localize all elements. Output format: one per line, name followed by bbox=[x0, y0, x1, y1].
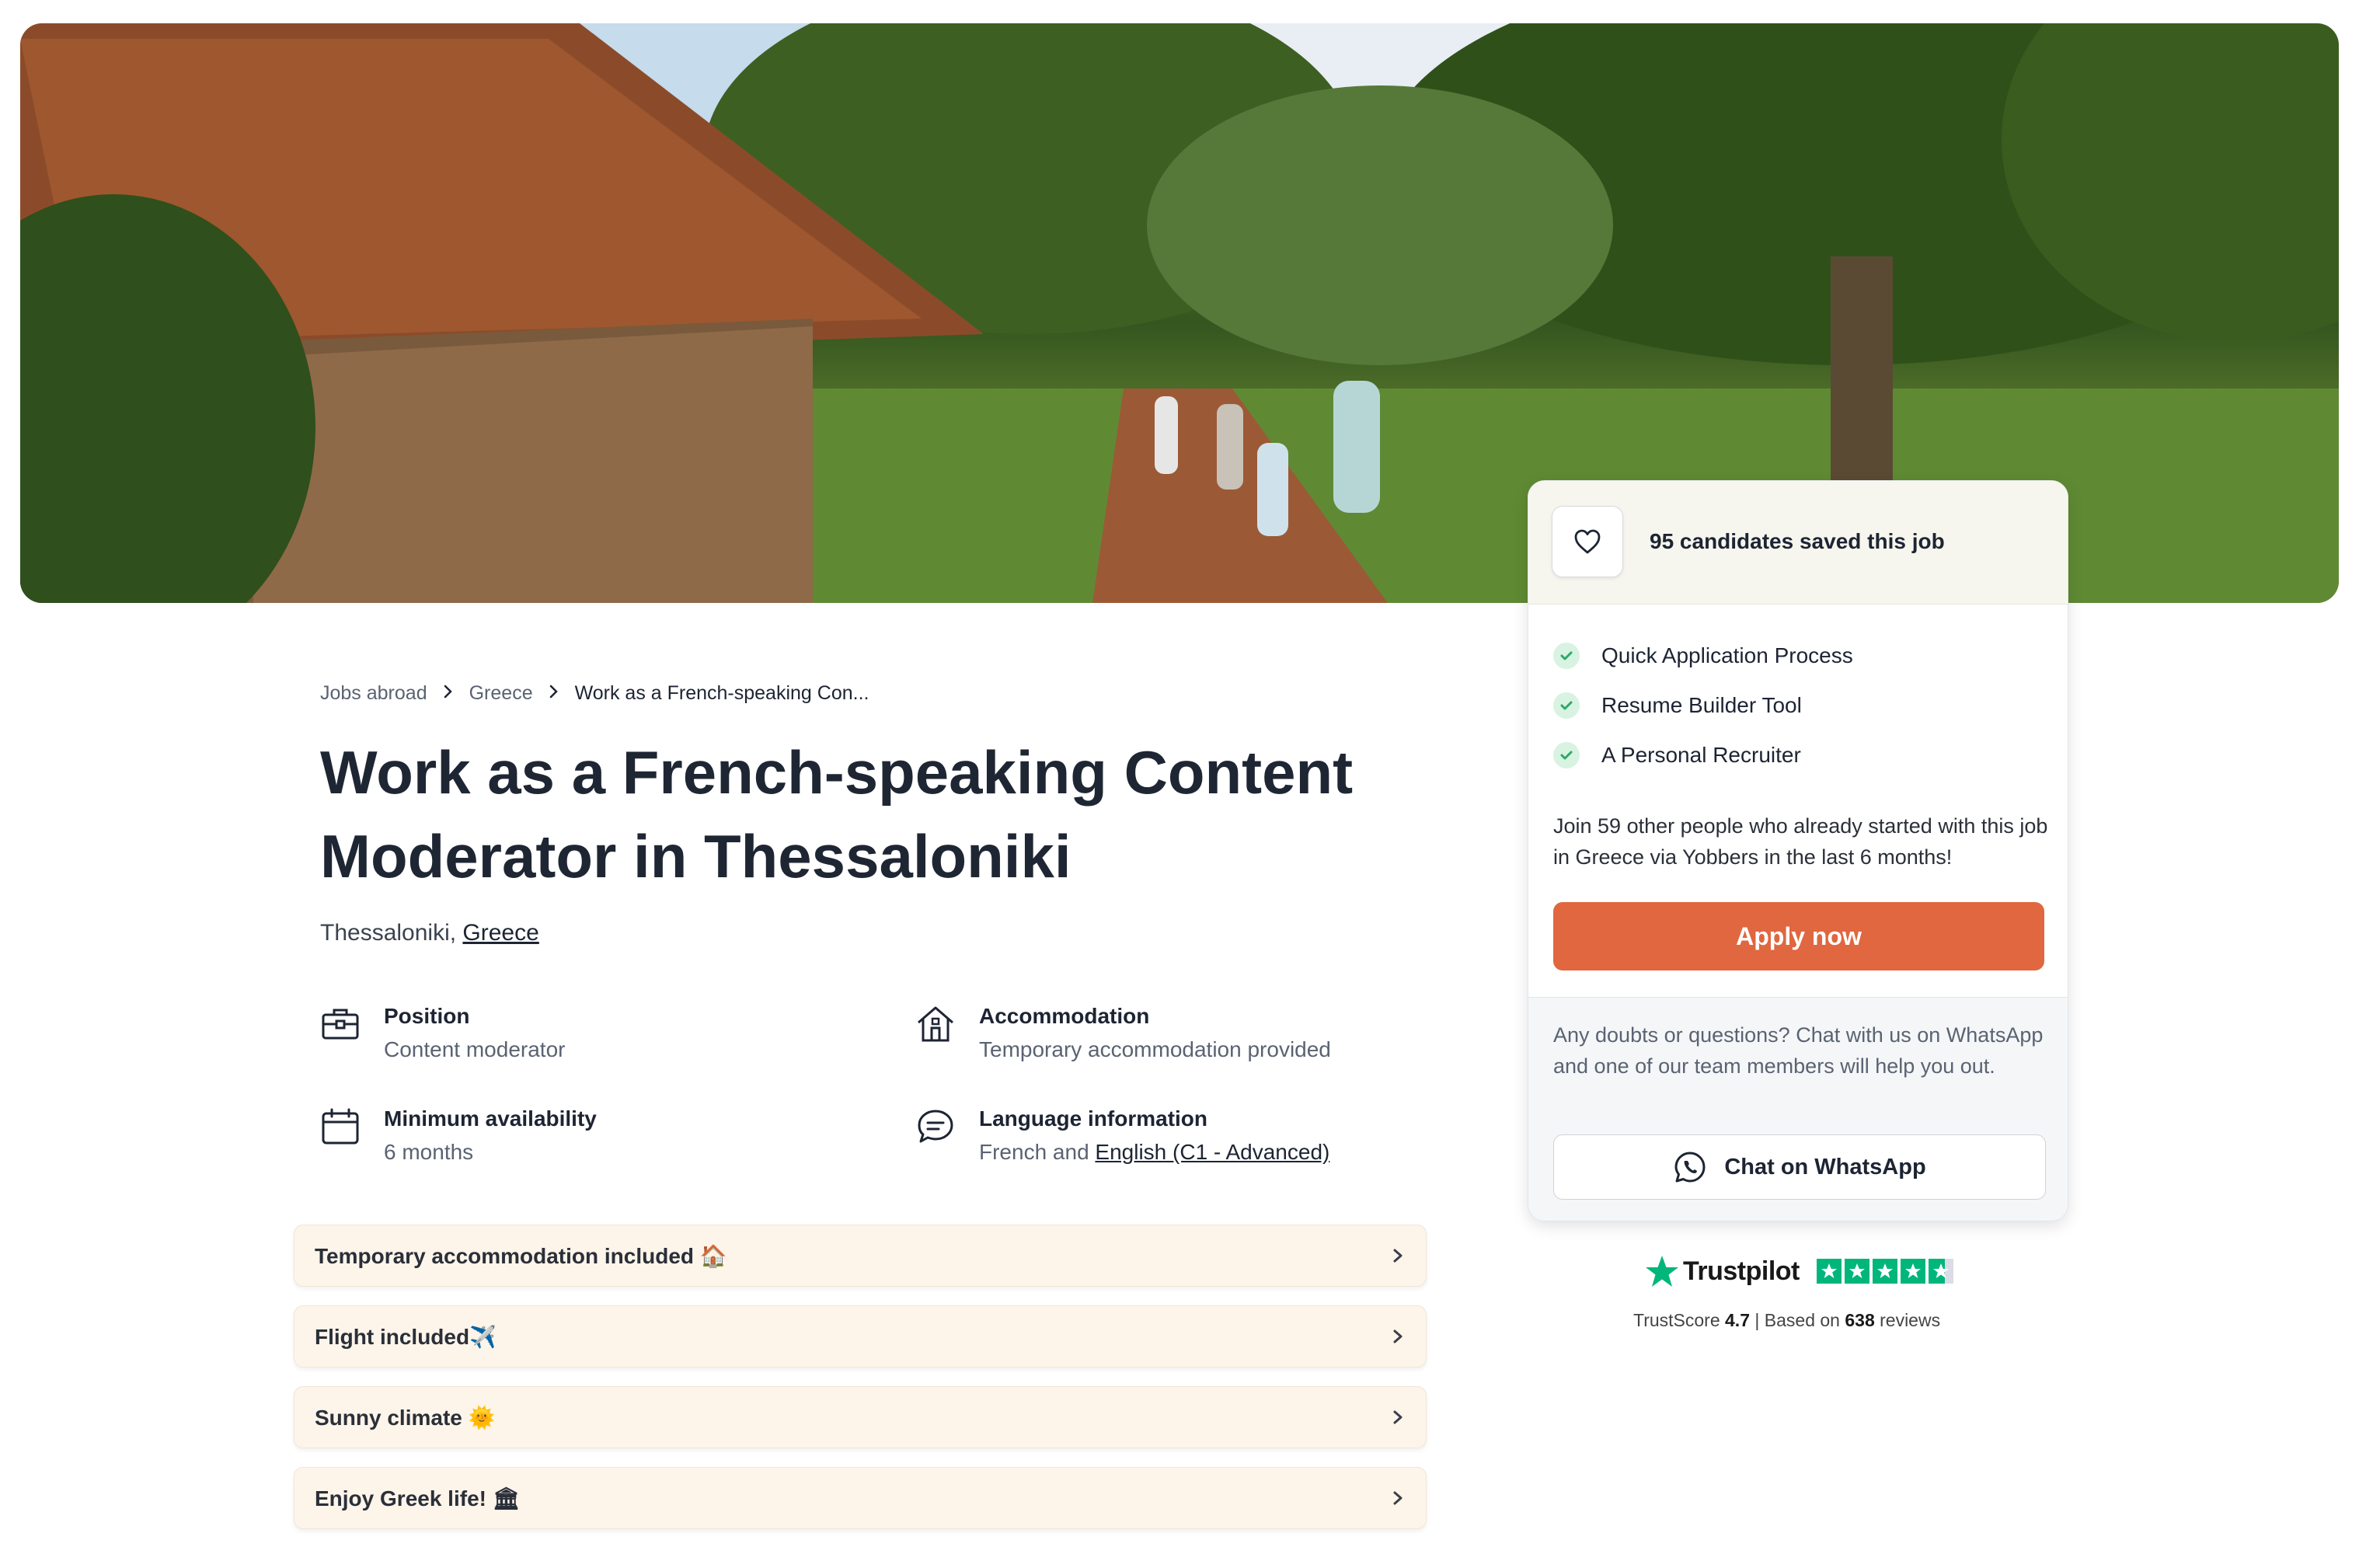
feature-label: Quick Application Process bbox=[1601, 643, 1853, 667]
apply-now-button[interactable]: Apply now bbox=[1553, 902, 2044, 970]
location-city: Thessaloniki, bbox=[320, 920, 457, 946]
chevron-right-icon bbox=[1393, 1249, 1403, 1263]
whatsapp-label: Chat on WhatsApp bbox=[1724, 1154, 1926, 1179]
apply-card: 95 candidates saved this job Quick Appli… bbox=[1528, 480, 2068, 1221]
perk-greek-life-accordion[interactable]: Enjoy Greek life! 🏛 bbox=[294, 1467, 1427, 1529]
saved-count-text: 95 candidates saved this job bbox=[1650, 529, 1945, 553]
breadcrumb-jobs-abroad[interactable]: Jobs abroad bbox=[320, 682, 427, 705]
reviews-count: 638 bbox=[1845, 1310, 1875, 1330]
info-position: Position Content moderator bbox=[320, 1001, 565, 1068]
doubts-text: Any doubts or questions? Chat with us on… bbox=[1553, 1023, 2044, 1078]
star-box-partial-icon bbox=[1928, 1259, 1953, 1284]
chat-whatsapp-button[interactable]: Chat on WhatsApp bbox=[1553, 1134, 2046, 1200]
availability-label: Minimum availability bbox=[384, 1106, 597, 1131]
availability-value: 6 months bbox=[384, 1140, 474, 1164]
info-availability: Minimum availability 6 months bbox=[320, 1103, 597, 1170]
chevron-right-icon bbox=[1393, 1491, 1403, 1505]
trustscore-value: 4.7 bbox=[1725, 1310, 1750, 1330]
perk-label: Sunny climate 🌞 bbox=[315, 1405, 496, 1430]
trustpilot-rating-stars bbox=[1816, 1259, 1957, 1284]
info-accommodation: Accommodation Temporary accommodation pr… bbox=[915, 1001, 1331, 1068]
perk-label: Enjoy Greek life! 🏛 bbox=[315, 1486, 521, 1511]
based-on-label: Based on bbox=[1764, 1310, 1840, 1330]
perk-accommodation-accordion[interactable]: Temporary accommodation included 🏠 bbox=[294, 1225, 1427, 1287]
trustscore-text: TrustScore 4.7 | Based on 638 reviews bbox=[1633, 1310, 1940, 1331]
chevron-right-icon bbox=[549, 682, 559, 705]
position-label: Position bbox=[384, 1004, 470, 1028]
info-language: Language information French and English … bbox=[915, 1103, 1329, 1170]
house-icon bbox=[918, 1006, 953, 1042]
save-job-button[interactable] bbox=[1552, 506, 1623, 577]
help-section: Any doubts or questions? Chat with us on… bbox=[1528, 997, 2068, 1221]
perk-flight-accordion[interactable]: Flight included✈️ bbox=[294, 1305, 1427, 1368]
trustpilot-logo-text: Trustpilot bbox=[1683, 1256, 1800, 1286]
language-value: French and English (C1 - Advanced) bbox=[979, 1134, 1329, 1170]
perk-label: Temporary accommodation included 🏠 bbox=[315, 1243, 727, 1268]
star-box-icon bbox=[1872, 1259, 1897, 1284]
language-label: Language information bbox=[979, 1106, 1207, 1131]
star-box-icon bbox=[1844, 1259, 1869, 1284]
job-location: Thessaloniki, Greece bbox=[320, 920, 539, 946]
feature-item: Resume Builder Tool bbox=[1553, 692, 1802, 719]
chevron-right-icon bbox=[1393, 1410, 1403, 1424]
star-box-icon bbox=[1900, 1259, 1925, 1284]
trustpilot-star-icon bbox=[1646, 1256, 1678, 1287]
whatsapp-icon bbox=[1674, 1152, 1706, 1183]
speech-bubble-icon bbox=[918, 1110, 953, 1143]
chevron-right-icon bbox=[1393, 1329, 1403, 1343]
perk-climate-accordion[interactable]: Sunny climate 🌞 bbox=[294, 1386, 1427, 1448]
perk-label: Flight included✈️ bbox=[315, 1324, 497, 1349]
feature-item: A Personal Recruiter bbox=[1553, 742, 1801, 768]
check-icon bbox=[1553, 643, 1580, 669]
accommodation-value: Temporary accommodation provided bbox=[979, 1037, 1331, 1061]
check-icon bbox=[1553, 742, 1580, 768]
accommodation-label: Accommodation bbox=[979, 1004, 1150, 1028]
feature-item: Quick Application Process bbox=[1553, 643, 1853, 669]
location-country-link[interactable]: Greece bbox=[462, 920, 538, 946]
briefcase-icon bbox=[322, 1009, 359, 1040]
trustscore-label: TrustScore bbox=[1633, 1310, 1720, 1330]
breadcrumb-current: Work as a French-speaking Con... bbox=[574, 682, 869, 704]
trustscore-separator: | bbox=[1754, 1310, 1760, 1330]
language-level-link[interactable]: English (C1 - Advanced) bbox=[1095, 1140, 1329, 1164]
chevron-right-icon bbox=[443, 682, 454, 705]
check-icon bbox=[1553, 692, 1580, 719]
heart-icon bbox=[1574, 529, 1601, 554]
feature-label: Resume Builder Tool bbox=[1601, 693, 1802, 717]
position-value: Content moderator bbox=[384, 1037, 566, 1061]
breadcrumb-greece[interactable]: Greece bbox=[469, 682, 533, 705]
language-value-prefix: French and bbox=[979, 1140, 1096, 1164]
trustpilot-widget[interactable]: Trustpilot bbox=[1644, 1254, 1957, 1288]
reviews-word: reviews bbox=[1880, 1310, 1941, 1330]
join-text: Join 59 other people who already started… bbox=[1553, 814, 2048, 869]
saved-banner: 95 candidates saved this job bbox=[1528, 481, 2068, 605]
calendar-icon bbox=[322, 1108, 359, 1145]
breadcrumb: Jobs abroad Greece Work as a French-spea… bbox=[320, 682, 869, 705]
feature-label: A Personal Recruiter bbox=[1601, 743, 1801, 767]
star-box-icon bbox=[1816, 1259, 1842, 1284]
job-title: Work as a French-speaking Content Modera… bbox=[320, 738, 1354, 890]
